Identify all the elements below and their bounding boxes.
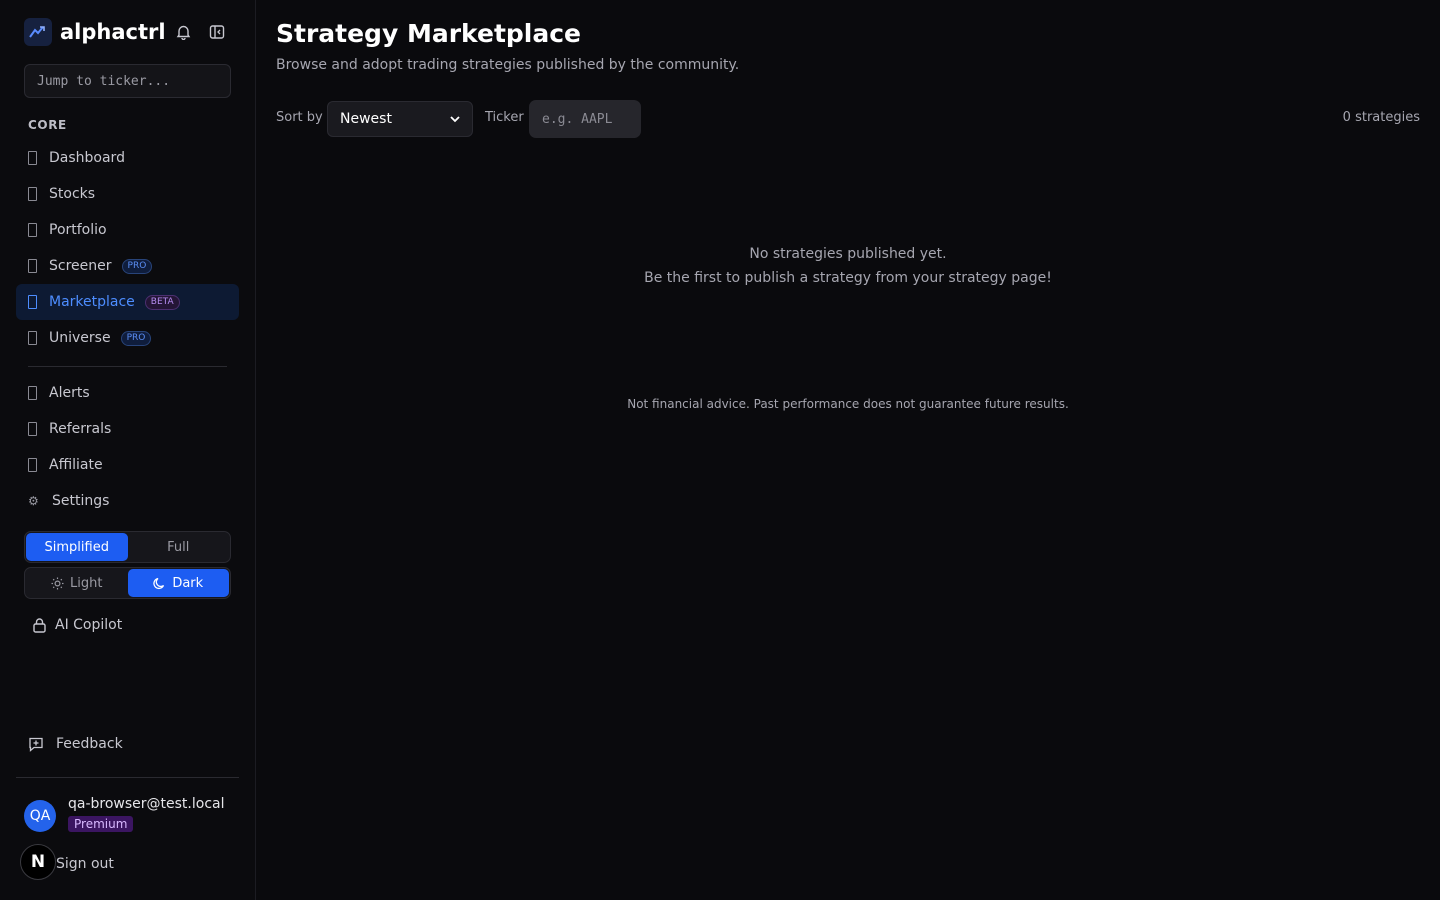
sidebar-item-label: Alerts	[49, 385, 90, 401]
sidebar-item-universe[interactable]: Universe PRO	[16, 320, 239, 356]
avatar: QA	[24, 800, 56, 832]
sidebar-divider	[28, 366, 227, 367]
sidebar-item-label: Marketplace	[49, 294, 135, 310]
light-theme-button[interactable]: Light	[26, 569, 128, 597]
sidebar-divider	[16, 777, 239, 778]
sidebar-item-referrals[interactable]: Referrals	[16, 411, 239, 447]
stocks-icon	[28, 187, 37, 201]
brand: alphactrl	[24, 18, 234, 46]
feedback-icon	[28, 736, 44, 752]
view-mode-toggle: Simplified Full	[24, 531, 231, 563]
disclaimer: Not financial advice. Past performance d…	[627, 397, 1069, 411]
chevron-down-icon	[450, 111, 460, 127]
sidebar-item-dashboard[interactable]: Dashboard	[16, 140, 239, 176]
sidebar-item-label: Referrals	[49, 421, 112, 437]
sort-select[interactable]: Newest	[327, 101, 473, 137]
sidebar: alphactrl CORE Dashboard Stocks Portfoli…	[0, 0, 256, 900]
sidebar-item-marketplace[interactable]: Marketplace BETA	[16, 284, 239, 320]
collapse-sidebar-icon[interactable]	[207, 22, 227, 42]
section-title-core: CORE	[28, 118, 67, 132]
ticker-search-input[interactable]	[24, 64, 231, 98]
user-profile[interactable]: QA qa-browser@test.local Premium	[24, 796, 239, 840]
sidebar-item-settings[interactable]: ⚙ Settings	[16, 483, 239, 519]
ticker-label: Ticker	[485, 110, 524, 125]
marketplace-icon	[28, 295, 37, 309]
dark-theme-button[interactable]: Dark	[127, 569, 229, 597]
theme-toggle: Light Dark	[24, 567, 231, 599]
ai-copilot-item[interactable]: AI Copilot	[32, 614, 122, 636]
brand-name: alphactrl	[60, 20, 166, 44]
sidebar-item-screener[interactable]: Screener PRO	[16, 248, 239, 284]
empty-state-message: Be the first to publish a strategy from …	[644, 270, 1052, 286]
sidebar-item-alerts[interactable]: Alerts	[16, 375, 239, 411]
alerts-icon	[28, 386, 37, 400]
full-mode-button[interactable]: Full	[128, 533, 230, 561]
sidebar-item-stocks[interactable]: Stocks	[16, 176, 239, 212]
page-title: Strategy Marketplace	[276, 19, 582, 48]
screener-icon	[28, 259, 37, 273]
sidebar-item-label: Universe	[49, 330, 111, 346]
feedback-button[interactable]: Feedback	[28, 733, 123, 755]
page-subtitle: Browse and adopt trading strategies publ…	[276, 57, 740, 73]
strategy-count: 0 strategies	[1342, 110, 1420, 125]
lock-icon	[32, 617, 47, 633]
sign-out-button[interactable]: Sign out	[56, 856, 114, 872]
logo-icon[interactable]	[24, 18, 52, 46]
bell-icon[interactable]	[173, 22, 193, 42]
ai-copilot-label: AI Copilot	[55, 617, 123, 633]
user-email: qa-browser@test.local	[68, 796, 225, 812]
sun-icon	[51, 577, 64, 590]
sidebar-item-affiliate[interactable]: Affiliate	[16, 447, 239, 483]
referrals-icon	[28, 422, 37, 436]
pro-badge: PRO	[121, 258, 153, 274]
sort-value: Newest	[340, 111, 392, 127]
empty-state-title: No strategies published yet.	[749, 246, 947, 262]
gear-icon: ⚙	[28, 494, 39, 508]
dark-theme-label: Dark	[172, 575, 204, 591]
sidebar-item-portfolio[interactable]: Portfolio	[16, 212, 239, 248]
sidebar-item-label: Portfolio	[49, 222, 107, 238]
sidebar-item-label: Settings	[52, 493, 110, 509]
sidebar-item-label: Dashboard	[49, 150, 125, 166]
dashboard-icon	[28, 151, 37, 165]
empty-state: No strategies published yet. Be the firs…	[256, 242, 1440, 290]
portfolio-icon	[28, 223, 37, 237]
universe-icon	[28, 331, 37, 345]
affiliate-icon	[28, 458, 37, 472]
main-content: Strategy Marketplace Browse and adopt tr…	[256, 0, 1440, 900]
moon-icon	[153, 577, 166, 590]
beta-badge: BETA	[144, 294, 180, 310]
simplified-mode-button[interactable]: Simplified	[26, 533, 128, 561]
sidebar-item-label: Stocks	[49, 186, 96, 202]
sidebar-item-label: Affiliate	[49, 457, 103, 473]
sidebar-item-label: Screener	[49, 258, 112, 274]
feedback-label: Feedback	[56, 736, 123, 752]
plan-badge: Premium	[68, 816, 134, 832]
ticker-filter-input[interactable]	[529, 100, 641, 138]
pro-badge: PRO	[120, 330, 152, 346]
light-theme-label: Light	[70, 575, 103, 591]
n-logo-icon[interactable]: N	[20, 844, 56, 880]
sort-label: Sort by	[276, 110, 323, 125]
